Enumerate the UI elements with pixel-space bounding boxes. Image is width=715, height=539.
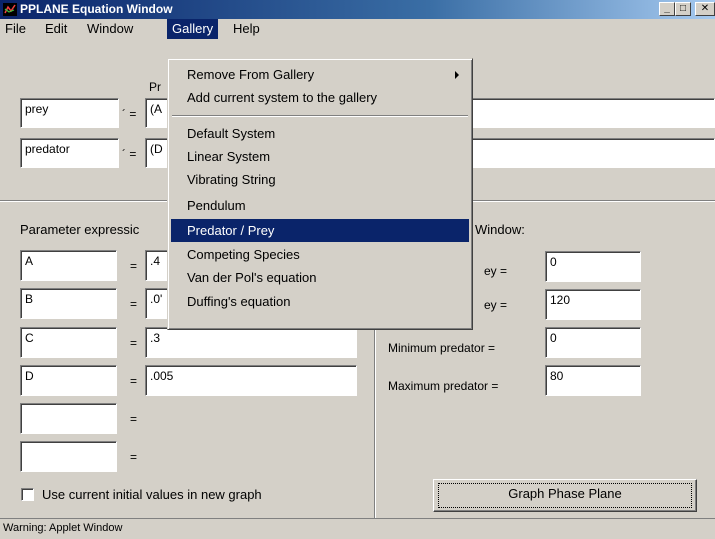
- variable-field-predator[interactable]: predator: [20, 138, 119, 168]
- initial-values-checkbox[interactable]: [21, 488, 34, 501]
- graph-phase-plane-label: Graph Phase Plane: [508, 486, 622, 501]
- param-equals: =: [130, 297, 138, 311]
- menu-item-label: Remove From Gallery: [187, 67, 315, 82]
- param-equals: =: [130, 412, 138, 426]
- submenu-arrow-icon: [455, 71, 459, 79]
- min-predator-field[interactable]: 0: [545, 327, 641, 358]
- close-icon: ✕: [700, 3, 710, 14]
- param-name-field[interactable]: A: [20, 250, 117, 281]
- menu-item-linear-system[interactable]: Linear System: [171, 145, 469, 168]
- initial-values-label: Use current initial values in new graph: [42, 487, 262, 502]
- menu-item-label: Default System: [187, 126, 276, 141]
- pplane-app-icon[interactable]: [3, 3, 17, 16]
- menu-gallery[interactable]: Gallery: [167, 19, 219, 39]
- param-equals: =: [130, 259, 138, 273]
- minimize-button[interactable]: _: [659, 2, 675, 16]
- close-button[interactable]: ✕: [695, 2, 715, 16]
- gallery-dropdown-menu: Remove From Gallery Add current system t…: [167, 58, 473, 330]
- prime-equals: ´ =: [122, 107, 137, 121]
- minimize-icon: _: [664, 3, 670, 14]
- menu-separator: [172, 115, 468, 117]
- max-prey-field[interactable]: 120: [545, 289, 641, 320]
- param-name-field[interactable]: B: [20, 288, 117, 319]
- menu-item-label: Predator / Prey: [187, 223, 275, 238]
- menu-item-van-der-pol[interactable]: Van der Pol's equation: [171, 266, 469, 289]
- max-prey-label: ey =: [484, 298, 508, 312]
- maximize-icon: □: [679, 3, 687, 14]
- equations-header: Pr: [149, 80, 161, 94]
- prime-equals: ´ =: [122, 147, 137, 161]
- status-text: Warning: Applet Window: [3, 522, 123, 534]
- status-bar: Warning: Applet Window: [0, 518, 715, 539]
- menu-item-label: Competing Species: [187, 247, 300, 262]
- display-window-header: Window:: [475, 222, 525, 237]
- param-equals: =: [130, 336, 138, 350]
- menu-item-competing-species[interactable]: Competing Species: [171, 243, 469, 266]
- max-predator-label: Maximum predator =: [388, 379, 499, 393]
- menu-item-duffing[interactable]: Duffing's equation: [171, 290, 469, 313]
- min-prey-label: ey =: [484, 264, 508, 278]
- maximize-button[interactable]: □: [675, 2, 691, 16]
- param-value-field[interactable]: .3: [145, 327, 357, 358]
- menu-item-label: Vibrating String: [187, 172, 276, 187]
- menu-window[interactable]: Window: [82, 19, 138, 39]
- param-name-field[interactable]: [20, 441, 117, 472]
- min-prey-field[interactable]: 0: [545, 251, 641, 282]
- param-equals: =: [130, 374, 138, 388]
- menu-item-label: Linear System: [187, 149, 271, 164]
- variable-field-prey[interactable]: prey: [20, 98, 119, 128]
- param-name-field[interactable]: C: [20, 327, 117, 358]
- menu-item-add-current-system[interactable]: Add current system to the gallery: [171, 86, 469, 109]
- param-value-field[interactable]: .005: [145, 365, 357, 396]
- parameters-header: Parameter expressic: [20, 222, 140, 237]
- menu-item-vibrating-string[interactable]: Vibrating String: [171, 168, 469, 191]
- menu-bar: File Edit Window Gallery Help: [0, 19, 715, 39]
- menu-help[interactable]: Help: [228, 19, 265, 39]
- param-equals: =: [130, 450, 138, 464]
- menu-item-default-system[interactable]: Default System: [171, 122, 469, 145]
- param-name-field[interactable]: [20, 403, 117, 434]
- min-predator-label: Minimum predator =: [388, 341, 496, 355]
- menu-item-label: Duffing's equation: [187, 294, 291, 309]
- menu-edit[interactable]: Edit: [40, 19, 72, 39]
- menu-item-label: Add current system to the gallery: [187, 90, 378, 105]
- title-bar: PPLANE Equation Window _ □ ✕: [0, 0, 715, 19]
- param-name-field[interactable]: D: [20, 365, 117, 396]
- menu-file[interactable]: File: [0, 19, 31, 39]
- menu-item-predator-prey[interactable]: Predator / Prey: [171, 219, 469, 242]
- menu-item-label: Van der Pol's equation: [187, 270, 317, 285]
- graph-phase-plane-button[interactable]: Graph Phase Plane: [433, 479, 697, 512]
- menu-item-pendulum[interactable]: Pendulum: [171, 194, 469, 217]
- max-predator-field[interactable]: 80: [545, 365, 641, 396]
- window-title: PPLANE Equation Window: [20, 2, 173, 16]
- menu-item-remove-from-gallery[interactable]: Remove From Gallery: [171, 63, 469, 86]
- menu-item-label: Pendulum: [187, 198, 246, 213]
